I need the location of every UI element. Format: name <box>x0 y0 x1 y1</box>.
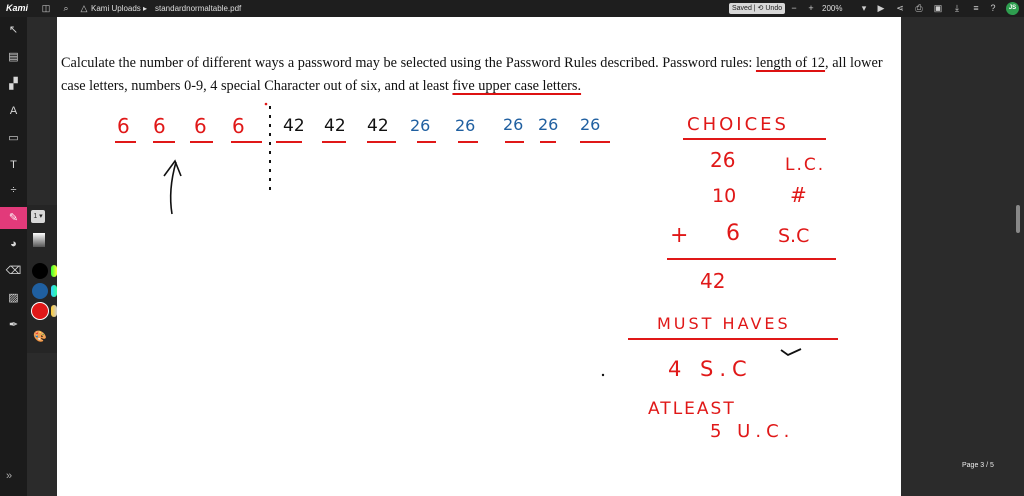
menu-icon[interactable]: ≡ <box>970 0 982 17</box>
pen-size-dropdown[interactable]: 1 ▾ <box>31 210 45 223</box>
pen-tool-icon[interactable]: ✎ <box>0 207 27 229</box>
question-text: Calculate the number of different ways a… <box>61 52 891 98</box>
question-length-underlined: length of 12 <box>755 55 826 71</box>
color-swatch-red[interactable] <box>32 303 48 319</box>
equation-tool-icon[interactable]: ÷ <box>0 179 27 201</box>
text-tool-icon[interactable]: T <box>0 154 27 176</box>
print-icon[interactable]: ⎙ <box>913 0 925 17</box>
drive-icon: △ <box>80 3 88 13</box>
saved-undo-button[interactable]: Saved | ⟲ Undo <box>729 3 786 14</box>
zoom-level[interactable]: 200% <box>822 0 842 17</box>
scrollbar-thumb[interactable] <box>1016 205 1020 233</box>
avatar[interactable]: JS <box>1006 2 1019 15</box>
comment-tool-icon[interactable]: ▭ <box>0 127 27 149</box>
top-toolbar: Kami ◫ ⌕ △ Kami Uploads ▸ standardnormal… <box>0 0 1024 17</box>
breadcrumb-separator: ▸ <box>143 4 148 13</box>
presentation-icon[interactable]: ▶ <box>875 0 887 17</box>
breadcrumb-folder[interactable]: Kami Uploads <box>91 0 141 17</box>
zoom-in-icon[interactable]: + <box>805 0 817 17</box>
eraser-tool-icon[interactable]: ⌫ <box>0 260 27 282</box>
file-name[interactable]: standardnormaltable.pdf <box>155 0 241 17</box>
zoom-out-icon[interactable]: − <box>788 0 800 17</box>
color-swatch-blue[interactable] <box>32 283 48 299</box>
tool-sidebar: ↖ ▤ ▞ A ▭ T ÷ ✎ ◕ ⌫ ▨ ✒ » <box>0 17 27 496</box>
color-swatch-black[interactable] <box>32 263 48 279</box>
question-part1: Calculate the number of different ways a… <box>61 55 756 71</box>
chevron-down-icon[interactable]: ▾ <box>858 0 870 17</box>
share-icon[interactable]: ⋖ <box>894 0 906 17</box>
right-gutter <box>901 17 1024 496</box>
text-highlight-tool-icon[interactable]: ▞ <box>0 73 27 95</box>
signature-tool-icon[interactable]: ✒ <box>0 314 27 336</box>
opacity-slider[interactable] <box>33 233 45 247</box>
palette-icon[interactable]: 🎨 <box>33 330 47 343</box>
search-icon[interactable]: ⌕ <box>60 0 72 17</box>
underline-tool-icon[interactable]: A <box>0 100 27 122</box>
highlighter-tool-icon[interactable]: ▤ <box>0 46 27 68</box>
expand-sidebar-icon[interactable]: » <box>6 470 12 482</box>
select-tool-icon[interactable]: ↖ <box>0 19 27 41</box>
app-logo: Kami <box>6 3 29 13</box>
page-indicator: Page 3 / 5 <box>962 462 994 469</box>
image-tool-icon[interactable]: ▨ <box>0 287 27 309</box>
sidebar-toggle-icon[interactable]: ◫ <box>40 0 52 17</box>
download-icon[interactable]: ⤓ <box>951 0 963 17</box>
help-icon[interactable]: ? <box>987 0 999 17</box>
question-upper-underlined: five upper case letters. <box>452 78 582 94</box>
shapes-tool-icon[interactable]: ◕ <box>0 233 27 255</box>
save-icon[interactable]: ▣ <box>932 0 944 17</box>
